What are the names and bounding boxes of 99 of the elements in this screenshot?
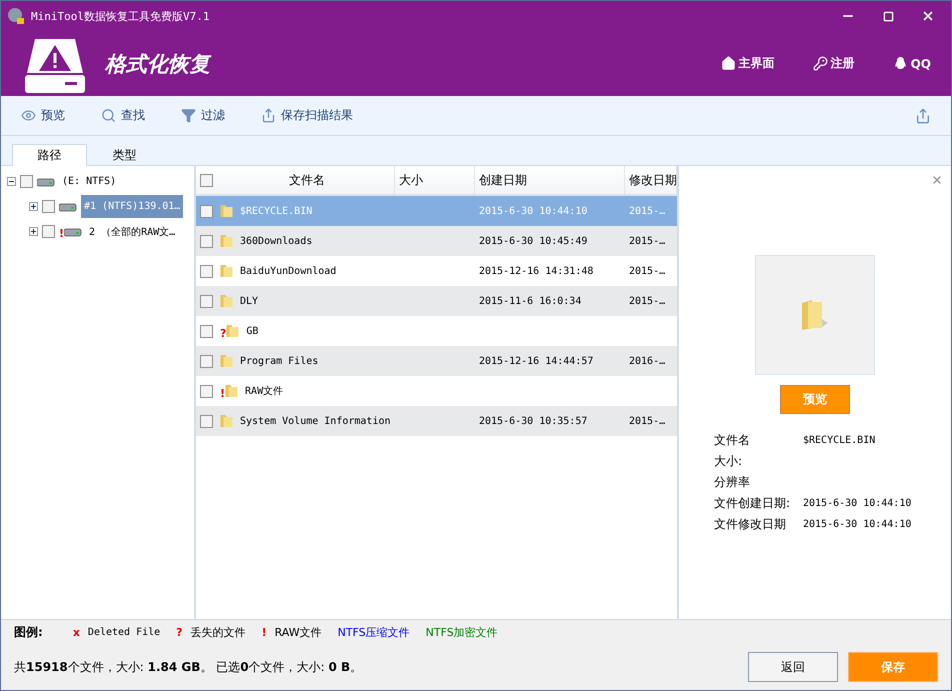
checkbox[interactable] [200, 384, 213, 398]
modified-date: 2016-… [629, 356, 666, 366]
file-name: System Volume Information [240, 416, 391, 426]
field-value: $RECYCLE.BIN [803, 435, 876, 446]
folder-icon [220, 353, 234, 369]
folder-icon [220, 413, 234, 429]
field-label: 大小: [714, 453, 744, 470]
tree-item[interactable]: (E: NTFS) [59, 170, 120, 193]
field-label: 文件修改日期 [714, 516, 787, 533]
folder-icon [226, 323, 240, 339]
select-all-checkbox[interactable] [200, 174, 213, 186]
collapse-icon[interactable] [7, 177, 16, 186]
expand-icon[interactable] [29, 227, 38, 236]
created-date: 2015-6-30 10:45:49 [479, 236, 588, 246]
status-mark: ? [220, 328, 226, 339]
eye-icon [21, 108, 36, 123]
status-mark: ! [220, 388, 226, 399]
file-row[interactable]: System Volume Information 2015-6-30 10:35:57 2015-… [196, 406, 677, 436]
checkbox[interactable] [20, 175, 33, 188]
folder-icon [220, 293, 234, 309]
folder-icon [220, 263, 234, 279]
checkbox[interactable] [200, 204, 213, 218]
nav-button[interactable]: QQ [892, 56, 931, 71]
file-name: DLY [240, 296, 258, 306]
filter-icon [181, 108, 196, 123]
file-name: BaiduYunDownload [240, 266, 336, 276]
close-icon [921, 9, 935, 23]
search-icon [101, 108, 116, 123]
checkbox[interactable] [200, 234, 213, 248]
file-name: Program Files [240, 356, 318, 366]
legend-mark: ! [262, 626, 267, 638]
modified-date: 2015-… [629, 236, 666, 246]
export-icon [261, 108, 276, 123]
legend-mark: ? [176, 626, 183, 638]
field-label: 文件创建日期: [714, 495, 792, 512]
checkbox[interactable] [200, 264, 213, 278]
key-icon [812, 56, 828, 71]
status-mark: ! [59, 228, 64, 238]
home-icon [720, 56, 736, 71]
checkbox[interactable] [200, 294, 213, 308]
maximize-icon [882, 10, 894, 22]
checkbox[interactable] [42, 200, 55, 213]
column-header[interactable]: 修改日期 [625, 166, 677, 194]
legend-title: 图例: [14, 624, 43, 640]
created-date: 2015-6-30 10:35:57 [479, 416, 588, 426]
folder-icon [225, 383, 240, 399]
modified-date: 2015-… [629, 296, 666, 306]
export-icon[interactable] [915, 108, 931, 124]
legend-label: Deleted File [88, 626, 160, 638]
field-label: 文件名 [714, 432, 751, 449]
checkbox[interactable] [200, 414, 213, 428]
checkbox[interactable] [200, 354, 213, 368]
legend-label: NTFS加密文件 [426, 624, 498, 640]
checkbox[interactable] [200, 324, 213, 338]
file-name: 360Downloads [240, 236, 312, 246]
created-date: 2015-11-6 16:0:34 [479, 296, 582, 306]
tab[interactable]: 路径 [12, 144, 87, 166]
status-text: 共15918个文件，大小: 1.84 GB。 已选0个文件，大小: 0 B。 [14, 658, 364, 676]
folder-icon [220, 233, 234, 249]
toolbar-button[interactable]: 过滤 [181, 107, 225, 124]
window-title: MiniTool数据恢复工具免费版V7.1 [31, 8, 210, 24]
created-date: 2015-6-30 10:44:10 [479, 206, 588, 216]
file-name: GB [246, 326, 258, 336]
field-label: 分辨率 [714, 474, 751, 491]
field-value: 2015-6-30 10:44:10 [803, 519, 912, 530]
nav-button[interactable]: 注册 [812, 55, 855, 72]
legend-label: NTFS压缩文件 [338, 624, 410, 640]
toolbar-button[interactable]: 保存扫描结果 [261, 107, 353, 124]
field-value: 2015-6-30 10:44:10 [803, 498, 912, 509]
file-name: RAW文件 [245, 384, 284, 398]
checkbox[interactable] [42, 225, 55, 238]
toolbar-button[interactable]: 查找 [101, 107, 145, 124]
app-icon [7, 7, 25, 25]
created-date: 2015-12-16 14:44:57 [479, 356, 594, 366]
column-header[interactable]: 文件名 [216, 166, 395, 194]
modified-date: 2015-… [629, 416, 666, 426]
legend-label: 丢失的文件 [190, 624, 246, 640]
folder-icon [800, 299, 830, 331]
column-header[interactable]: 大小 [395, 166, 475, 194]
column-header[interactable]: 创建日期 [475, 166, 625, 194]
file-row[interactable]: DLY 2015-11-6 16:0:34 2015-… [196, 286, 677, 316]
file-name: $RECYCLE.BIN [240, 206, 312, 216]
penguin-icon [892, 56, 908, 71]
close-icon[interactable] [931, 174, 943, 186]
file-row[interactable]: Program Files 2015-12-16 14:44:57 2016-… [196, 346, 677, 376]
toolbar-button[interactable]: 预览 [21, 107, 65, 124]
page-title: 格式化恢复 [105, 50, 212, 78]
modified-date: 2015-… [629, 206, 666, 216]
tab[interactable]: 类型 [87, 144, 162, 166]
expand-icon[interactable] [29, 202, 38, 211]
file-row[interactable]: 360Downloads 2015-6-30 10:45:49 2015-… [196, 226, 677, 256]
modified-date: 2015-… [629, 266, 666, 276]
folder-icon [220, 203, 234, 219]
back-button[interactable]: 返回 [748, 652, 838, 682]
created-date: 2015-12-16 14:31:48 [479, 266, 594, 276]
tree-item[interactable]: 2 （全部的RAW文… [86, 220, 178, 243]
legend-label: RAW文件 [274, 624, 322, 640]
nav-button[interactable]: 主界面 [720, 55, 775, 72]
legend-mark: x [72, 626, 80, 638]
